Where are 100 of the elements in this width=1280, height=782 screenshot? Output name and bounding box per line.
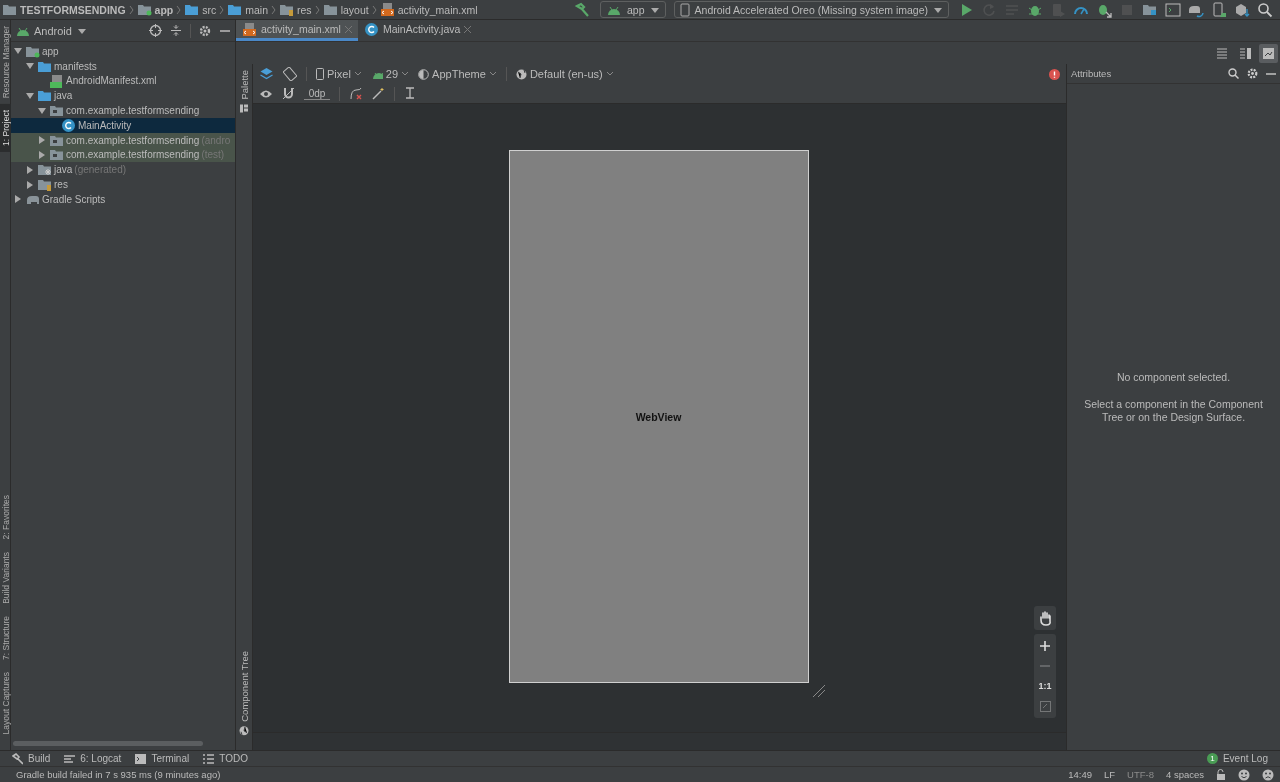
tree-item-note: (generated): [74, 164, 127, 176]
tree-item-label: manifests: [54, 60, 97, 72]
palette-tab[interactable]: Palette: [238, 64, 250, 120]
resource-folder-icon: [279, 2, 295, 17]
locale-dropdown[interactable]: Default (en-us): [515, 68, 614, 80]
phone-icon: [679, 2, 690, 17]
breadcrumb-item[interactable]: main: [227, 2, 269, 17]
logcat-icon: [64, 752, 76, 765]
device-dropdown[interactable]: Android Accelerated Oreo (Missing system image): [673, 1, 949, 18]
module-folder-icon: [136, 2, 152, 17]
tree-item[interactable]: AndroidManifest.xml: [11, 73, 235, 89]
resource-folder-icon: [37, 177, 52, 193]
tree-item[interactable]: manifests: [11, 58, 235, 74]
settings-icon[interactable]: [1247, 68, 1258, 79]
class-icon: [363, 21, 379, 37]
crosshair-icon[interactable]: [149, 24, 162, 37]
tree-item[interactable]: com.example.testformsending: [11, 103, 235, 118]
chevron-icon: [271, 4, 277, 15]
list-icon: [203, 752, 215, 765]
generated-folder-icon: [37, 162, 52, 178]
tree-item[interactable]: MainActivity: [11, 118, 235, 133]
plus-icon: [1040, 641, 1050, 651]
phone-icon[interactable]: [1210, 0, 1228, 19]
package-folder-icon: [49, 147, 64, 163]
status-item[interactable]: LF: [1103, 769, 1116, 780]
breadcrumb-item[interactable]: layout: [322, 2, 369, 17]
tool-window-button[interactable]: 6: Logcat: [64, 752, 122, 765]
tree-item-label: Gradle Scripts: [42, 193, 106, 205]
panel-title: Attributes: [1071, 68, 1113, 79]
settings-icon[interactable]: [199, 24, 211, 37]
actual-size-button[interactable]: 1:1: [1034, 676, 1056, 696]
tool-window-tab[interactable]: 2: Favorites: [0, 489, 11, 546]
tool-window-tab[interactable]: Build Variants: [0, 545, 11, 610]
editor-tab[interactable]: MainActivity.java: [357, 20, 478, 41]
close-icon[interactable]: [464, 25, 472, 33]
magic-wand-icon[interactable]: [372, 87, 385, 100]
layers-icon[interactable]: [259, 66, 274, 82]
api-level-dropdown[interactable]: 29: [370, 68, 410, 80]
breadcrumb-item[interactable]: activity_main.xml: [379, 2, 478, 17]
tool-window-button[interactable]: Terminal: [135, 752, 190, 765]
horizontal-scrollbar[interactable]: [13, 741, 203, 746]
folder-icon: [37, 88, 52, 104]
component-tree-tab[interactable]: Component Tree: [238, 645, 250, 742]
chevron-icon: [314, 4, 320, 15]
tree-item[interactable]: Gradle Scripts: [11, 191, 235, 207]
tree-item-label: java: [54, 90, 73, 102]
search-icon[interactable]: [1228, 68, 1239, 79]
tool-window-tab[interactable]: 1: Project: [0, 104, 11, 153]
layout-file-icon: [379, 2, 395, 17]
tree-item-label: com.example.testformsending: [66, 149, 200, 161]
collapse-icon[interactable]: [170, 24, 182, 37]
theme-icon: [418, 68, 430, 80]
smiley-icon[interactable]: [1238, 768, 1250, 781]
tool-window-button[interactable]: Build: [12, 752, 51, 765]
tree-item[interactable]: res: [11, 177, 235, 192]
tree-item[interactable]: java: [11, 88, 235, 104]
magnet-icon[interactable]: [282, 87, 295, 100]
theme-dropdown[interactable]: AppTheme: [418, 68, 497, 80]
error-icon[interactable]: [1049, 68, 1060, 80]
breadcrumb-item[interactable]: TESTFORMSENDING: [2, 2, 126, 17]
breadcrumb-item[interactable]: src: [184, 2, 217, 17]
status-item[interactable]: 14:49: [1068, 769, 1092, 780]
breadcrumb-item[interactable]: app: [136, 2, 174, 17]
guideline-icon[interactable]: [404, 87, 416, 100]
notification-count: 1: [1206, 753, 1218, 764]
device-dropdown[interactable]: Pixel: [316, 68, 362, 80]
editor-tab[interactable]: activity_main.xml: [236, 20, 358, 41]
status-item[interactable]: 4 spaces: [1165, 769, 1204, 780]
tree-item[interactable]: app: [11, 44, 235, 59]
tree-item-label: MainActivity: [78, 119, 132, 131]
design-view-button[interactable]: [1259, 43, 1278, 63]
caret-icon: [649, 5, 660, 14]
tool-window-tab[interactable]: Layout Captures: [0, 665, 11, 740]
rotate-device-icon[interactable]: [283, 67, 297, 81]
tree-item-label: com.example.testformsending: [66, 105, 200, 117]
tree-item-label: res: [54, 179, 68, 191]
sad-face-icon[interactable]: [1262, 768, 1274, 781]
chevron-icon: [219, 4, 225, 15]
breadcrumb-item[interactable]: res: [279, 2, 312, 17]
tool-window-tab[interactable]: 7: Structure: [0, 609, 11, 666]
tree-item[interactable]: java (generated): [11, 162, 235, 178]
tool-window-button[interactable]: TODO: [203, 752, 248, 765]
split-view-icon: [1238, 45, 1253, 61]
chevron-down-icon: [401, 71, 410, 77]
tool-window-tab[interactable]: Resource Manager: [0, 20, 11, 105]
resize-handle-icon[interactable]: [811, 684, 826, 698]
hammer-icon[interactable]: [574, 1, 591, 18]
caret-icon: [76, 26, 87, 35]
project-view-dropdown[interactable]: Android: [15, 24, 87, 37]
clear-constraints-icon[interactable]: [349, 87, 363, 100]
hammer-icon: [12, 752, 23, 765]
event-log-button[interactable]: 1 Event Log: [1206, 753, 1268, 764]
terminal-icon[interactable]: [1164, 0, 1182, 19]
unlock-icon[interactable]: [1216, 769, 1226, 780]
folder-icon: [184, 2, 200, 17]
design-view-icon: [1261, 45, 1276, 61]
folder-icon: [227, 2, 243, 17]
run-configuration-dropdown[interactable]: app: [600, 1, 666, 18]
search-icon[interactable]: [1256, 0, 1274, 19]
default-margin-field[interactable]: 0dp: [304, 87, 330, 100]
